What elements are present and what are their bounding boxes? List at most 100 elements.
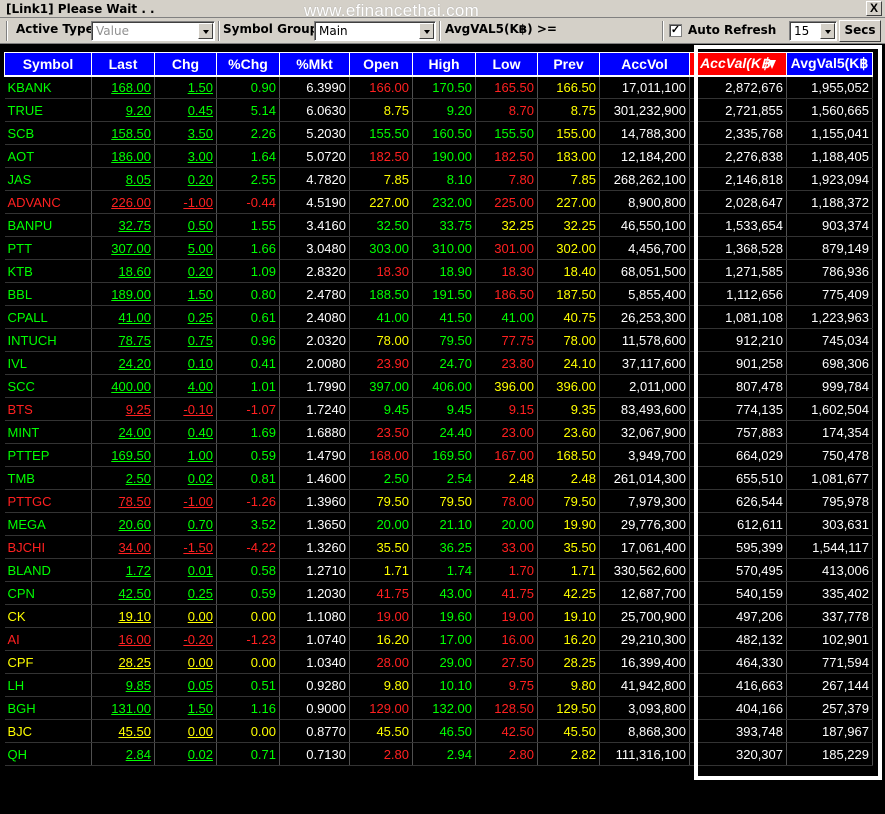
table-row[interactable]: BTS 9.25 -0.10 -1.07 1.7240 9.45 9.45 9.15 9.35 8… <box>4 397 873 421</box>
auto-refresh-checkbox[interactable]: ✓ <box>669 24 682 37</box>
column-header--mkt[interactable]: %Mkt <box>279 52 350 77</box>
table-row[interactable]: BBL 189.00 1.50 0.80 2.4780 188.50 191.50 186.5… <box>4 282 873 306</box>
cell-symbol[interactable]: JAS <box>4 167 92 191</box>
chevron-down-icon[interactable] <box>198 23 213 39</box>
table-row[interactable]: SCB 158.50 3.50 2.26 5.2030 155.50 160.50 155.5… <box>4 121 873 145</box>
symbol-group-combo[interactable]: Main <box>314 21 436 41</box>
table-row[interactable]: MINT 24.00 0.40 1.69 1.6880 23.50 24.40 23.00 23… <box>4 420 873 444</box>
secs-button[interactable]: Secs <box>839 20 881 42</box>
cell-accval: 655,510 <box>689 466 787 490</box>
cell-mkt: 0.8770 <box>279 719 350 743</box>
cell-accval: 757,883 <box>689 420 787 444</box>
cell-symbol[interactable]: QH <box>4 742 92 766</box>
table-row[interactable]: IVL 24.20 0.10 0.41 2.0080 23.90 24.70 23.80 24.… <box>4 351 873 375</box>
table-row[interactable]: BGH 131.00 1.50 1.16 0.9000 129.00 132.00 128.5… <box>4 696 873 720</box>
table-row[interactable]: PTT 307.00 5.00 1.66 3.0480 303.00 310.00 301.0… <box>4 236 873 260</box>
cell-symbol[interactable]: TMB <box>4 466 92 490</box>
table-row[interactable]: BJCHI 34.00 -1.50 -4.22 1.3260 35.50 36.25 33.0… <box>4 535 873 559</box>
column-header-symbol[interactable]: Symbol <box>4 52 92 77</box>
cell-symbol[interactable]: KBANK <box>4 75 92 99</box>
cell-symbol[interactable]: BJC <box>4 719 92 743</box>
cell-high: 160.50 <box>412 121 476 145</box>
cell-symbol[interactable]: CK <box>4 604 92 628</box>
cell-symbol[interactable]: PTTGC <box>4 489 92 513</box>
column-header-prev[interactable]: Prev <box>537 52 600 77</box>
cell-low: 41.00 <box>475 305 538 329</box>
table-row[interactable]: AI 16.00 -0.20 -1.23 1.0740 16.20 17.00 16.00 16… <box>4 627 873 651</box>
cell-symbol[interactable]: MEGA <box>4 512 92 536</box>
cell-mkt: 0.9000 <box>279 696 350 720</box>
column-header-avgval5-k[interactable]: AvgVal5(K฿ <box>786 52 873 77</box>
cell-avgval: 337,778 <box>786 604 873 628</box>
cell-symbol[interactable]: BGH <box>4 696 92 720</box>
column-header-low[interactable]: Low <box>475 52 538 77</box>
table-row[interactable]: AOT 186.00 3.00 1.64 5.0720 182.50 190.00 182.5… <box>4 144 873 168</box>
cell-mkt: 5.0720 <box>279 144 350 168</box>
chevron-down-icon[interactable] <box>419 23 434 39</box>
cell-symbol[interactable]: INTUCH <box>4 328 92 352</box>
table-row[interactable]: TRUE 9.20 0.45 5.14 6.0630 8.75 9.20 8.70 8.75 30… <box>4 98 873 122</box>
cell-symbol[interactable]: CPALL <box>4 305 92 329</box>
table-row[interactable]: LH 9.85 0.05 0.51 0.9280 9.80 10.10 9.75 9.80 41,… <box>4 673 873 697</box>
cell-symbol[interactable]: PTTEP <box>4 443 92 467</box>
table-row[interactable]: KTB 18.60 0.20 1.09 2.8320 18.30 18.90 18.30 18.… <box>4 259 873 283</box>
table-row[interactable]: CPF 28.25 0.00 0.00 1.0340 28.00 29.00 27.50 28.… <box>4 650 873 674</box>
table-row[interactable]: PTTEP 169.50 1.00 0.59 1.4790 168.00 169.50 167… <box>4 443 873 467</box>
table-row[interactable]: CPALL 41.00 0.25 0.61 2.4080 41.00 41.50 41.00 4… <box>4 305 873 329</box>
column-header-last[interactable]: Last <box>91 52 155 77</box>
cell-symbol[interactable]: BANPU <box>4 213 92 237</box>
cell-accvol: 5,855,400 <box>599 282 690 306</box>
refresh-interval-combo[interactable]: 15 <box>789 21 837 41</box>
cell-symbol[interactable]: CPF <box>4 650 92 674</box>
cell-symbol[interactable]: TRUE <box>4 98 92 122</box>
table-row[interactable]: BANPU 32.75 0.50 1.55 3.4160 32.50 33.75 32.25 3… <box>4 213 873 237</box>
cell-accval: 901,258 <box>689 351 787 375</box>
table-row[interactable]: BJC 45.50 0.00 0.00 0.8770 45.50 46.50 42.50 45.… <box>4 719 873 743</box>
cell-symbol[interactable]: KTB <box>4 259 92 283</box>
cell-symbol[interactable]: BLAND <box>4 558 92 582</box>
cell-avgval: 1,923,094 <box>786 167 873 191</box>
table-row[interactable]: KBANK 168.00 1.50 0.90 6.3990 166.00 170.50 165… <box>4 75 873 99</box>
cell-accval: 1,271,585 <box>689 259 787 283</box>
table-row[interactable]: PTTGC 78.50 -1.00 -1.26 1.3960 79.50 79.50 78.0… <box>4 489 873 513</box>
table-row[interactable]: MEGA 20.60 0.70 3.52 1.3650 20.00 21.10 20.00 19… <box>4 512 873 536</box>
table-row[interactable]: SCC 400.00 4.00 1.01 1.7990 397.00 406.00 396.0… <box>4 374 873 398</box>
table-row[interactable]: CPN 42.50 0.25 0.59 1.2030 41.75 43.00 41.75 42.… <box>4 581 873 605</box>
column-header-high[interactable]: High <box>412 52 476 77</box>
cell-symbol[interactable]: PTT <box>4 236 92 260</box>
table-row[interactable]: INTUCH 78.75 0.75 0.96 2.0320 78.00 79.50 77.75… <box>4 328 873 352</box>
column-header-accval-k[interactable]: AccVal(K฿ <box>689 52 787 77</box>
column-header--chg[interactable]: %Chg <box>216 52 280 77</box>
table-row[interactable]: ADVANC 226.00 -1.00 -0.44 4.5190 227.00 232.00… <box>4 190 873 214</box>
cell-accval: 497,206 <box>689 604 787 628</box>
cell-symbol[interactable]: IVL <box>4 351 92 375</box>
chevron-down-icon[interactable] <box>820 23 835 39</box>
table-row[interactable]: JAS 8.05 0.20 2.55 4.7820 7.85 8.10 7.80 7.85 268… <box>4 167 873 191</box>
cell-open: 2.80 <box>349 742 413 766</box>
cell-open: 9.80 <box>349 673 413 697</box>
cell-symbol[interactable]: BJCHI <box>4 535 92 559</box>
column-header-chg[interactable]: Chg <box>154 52 217 77</box>
table-row[interactable]: TMB 2.50 0.02 0.81 1.4600 2.50 2.54 2.48 2.48 261… <box>4 466 873 490</box>
cell-symbol[interactable]: CPN <box>4 581 92 605</box>
table-row[interactable]: QH 2.84 0.02 0.71 0.7130 2.80 2.94 2.80 2.82 111,… <box>4 742 873 766</box>
cell-symbol[interactable]: AOT <box>4 144 92 168</box>
cell-symbol[interactable]: SCC <box>4 374 92 398</box>
table-row[interactable]: BLAND 1.72 0.01 0.58 1.2710 1.71 1.74 1.70 1.71 3… <box>4 558 873 582</box>
column-header-accvol[interactable]: AccVol <box>599 52 690 77</box>
cell-last: 168.00 <box>91 75 155 99</box>
cell-mkt: 4.5190 <box>279 190 350 214</box>
close-button[interactable]: X <box>866 1 882 16</box>
cell-symbol[interactable]: MINT <box>4 420 92 444</box>
cell-symbol[interactable]: ADVANC <box>4 190 92 214</box>
active-type-combo[interactable]: Value <box>91 21 215 41</box>
cell-symbol[interactable]: SCB <box>4 121 92 145</box>
column-header-open[interactable]: Open <box>349 52 413 77</box>
cell-high: 46.50 <box>412 719 476 743</box>
cell-chg: 0.02 <box>154 466 217 490</box>
cell-symbol[interactable]: AI <box>4 627 92 651</box>
cell-symbol[interactable]: BTS <box>4 397 92 421</box>
table-row[interactable]: CK 19.10 0.00 0.00 1.1080 19.00 19.60 19.00 19.1… <box>4 604 873 628</box>
cell-symbol[interactable]: BBL <box>4 282 92 306</box>
cell-symbol[interactable]: LH <box>4 673 92 697</box>
